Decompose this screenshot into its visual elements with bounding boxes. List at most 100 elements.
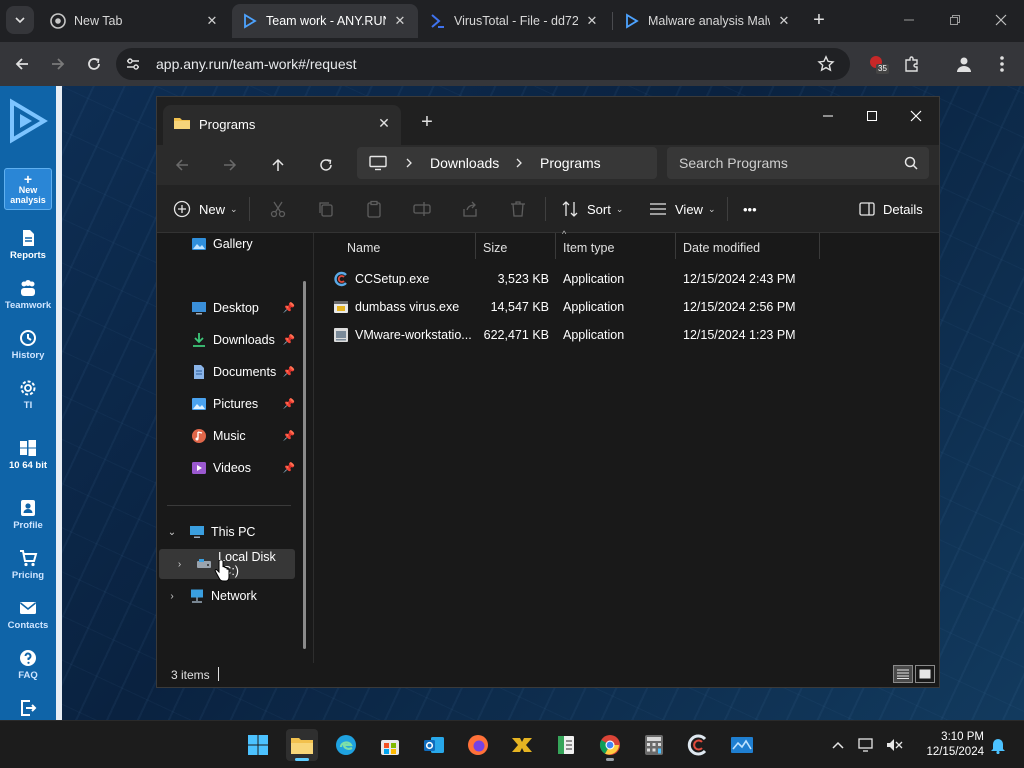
explorer-new-tab-button[interactable]: + <box>415 111 439 135</box>
browser-tab-anyrun[interactable]: Team work - ANY.RUN ✕ <box>232 4 418 38</box>
sidebar-item-ti[interactable]: TI <box>0 378 56 411</box>
new-button[interactable]: New ⌄ <box>173 197 238 221</box>
restore-button[interactable] <box>932 4 978 36</box>
column-divider[interactable] <box>475 233 476 259</box>
cut-button[interactable] <box>269 197 287 221</box>
close-icon[interactable]: ✕ <box>204 13 220 29</box>
notifications-button[interactable] <box>988 735 1008 755</box>
nav-item-pictures[interactable]: Pictures 📌 <box>159 389 295 419</box>
taskbar-outlook[interactable] <box>418 729 450 761</box>
taskbar-file-explorer[interactable] <box>286 729 318 761</box>
explorer-refresh-button[interactable] <box>309 151 343 179</box>
explorer-close-button[interactable] <box>893 101 939 131</box>
nav-item-videos[interactable]: Videos 📌 <box>159 453 295 483</box>
explorer-back-button[interactable] <box>165 151 199 179</box>
breadcrumb[interactable]: Downloads Programs <box>357 147 657 179</box>
pin-icon[interactable]: 📌 <box>283 431 295 442</box>
pane-splitter[interactable] <box>313 233 314 663</box>
column-divider[interactable] <box>675 233 676 259</box>
chevron-right-icon[interactable]: › <box>173 559 186 570</box>
minimize-button[interactable] <box>886 4 932 36</box>
nav-item-gallery[interactable]: Gallery <box>159 229 295 259</box>
sidebar-item-profile[interactable]: Profile <box>0 498 56 531</box>
taskbar-chrome[interactable] <box>594 729 626 761</box>
rename-button[interactable] <box>413 197 431 221</box>
column-header-size[interactable]: Size <box>483 233 507 261</box>
reload-button[interactable] <box>80 50 108 78</box>
taskbar-app-blue[interactable] <box>726 729 758 761</box>
taskbar-app-yellow[interactable] <box>506 729 538 761</box>
pin-icon[interactable]: 📌 <box>283 303 295 314</box>
taskbar-notepad[interactable] <box>550 729 582 761</box>
explorer-forward-button[interactable] <box>213 151 247 179</box>
taskbar-edge[interactable] <box>330 729 362 761</box>
column-header-name[interactable]: Name <box>347 233 380 261</box>
pin-icon[interactable]: 📌 <box>283 463 295 474</box>
browser-tab-malware-analysis[interactable]: Malware analysis Malw ✕ <box>614 4 802 38</box>
details-pane-button[interactable]: Details <box>859 197 923 221</box>
nav-item-desktop[interactable]: Desktop 📌 <box>159 293 295 323</box>
browser-tab-new-tab[interactable]: New Tab ✕ <box>40 4 230 38</box>
nav-item-downloads[interactable]: Downloads 📌 <box>159 325 295 355</box>
taskbar-store[interactable] <box>374 729 406 761</box>
sidebar-item-logout[interactable] <box>0 698 56 720</box>
sidebar-item-os[interactable]: 10 64 bit <box>0 438 56 471</box>
sidebar-item-history[interactable]: History <box>0 328 56 361</box>
tiles-view-button[interactable] <box>915 665 935 683</box>
pin-icon[interactable]: 📌 <box>283 367 295 378</box>
start-button[interactable] <box>242 729 274 761</box>
forward-button[interactable] <box>44 50 72 78</box>
nav-item-this-pc[interactable]: ⌄ This PC <box>159 517 295 547</box>
copy-button[interactable] <box>317 197 335 221</box>
column-header-type[interactable]: Item type <box>563 233 614 261</box>
pin-icon[interactable]: 📌 <box>283 335 295 346</box>
close-icon[interactable]: ✕ <box>375 114 393 132</box>
sort-button[interactable]: Sort ⌄ <box>561 197 623 221</box>
window-close-button[interactable] <box>978 4 1024 36</box>
taskbar-firefox[interactable] <box>462 729 494 761</box>
chevron-right-icon[interactable]: › <box>165 591 179 602</box>
bookmark-star-icon[interactable] <box>816 54 836 74</box>
breadcrumb-item[interactable]: Downloads <box>430 155 499 171</box>
sidebar-item-teamwork[interactable]: Teamwork <box>0 278 56 311</box>
explorer-minimize-button[interactable] <box>805 101 851 131</box>
file-row-vmware[interactable]: VMware-workstatio... 622,471 KB Applicat… <box>317 321 917 349</box>
tab-search-button[interactable] <box>6 6 34 34</box>
explorer-search-box[interactable]: Search Programs <box>667 147 929 179</box>
browser-tab-virustotal[interactable]: VirusTotal - File - dd72 ✕ <box>420 4 610 38</box>
new-tab-button[interactable]: + <box>806 8 832 34</box>
more-options-button[interactable]: ••• <box>743 197 757 221</box>
delete-button[interactable] <box>509 197 527 221</box>
navigation-scrollbar[interactable] <box>303 281 306 649</box>
back-button[interactable] <box>8 50 36 78</box>
tray-volume-button[interactable] <box>884 735 904 755</box>
explorer-tab-programs[interactable]: Programs ✕ <box>163 105 401 145</box>
nav-item-documents[interactable]: Documents 📌 <box>159 357 295 387</box>
nav-item-network[interactable]: › Network <box>159 581 295 611</box>
nav-item-music[interactable]: Music 📌 <box>159 421 295 451</box>
taskbar-clock[interactable]: 3:10 PM 12/15/2024 <box>912 730 984 760</box>
close-icon[interactable]: ✕ <box>776 13 792 29</box>
sidebar-item-reports[interactable]: Reports <box>0 228 56 261</box>
details-view-button[interactable] <box>893 665 913 683</box>
close-icon[interactable]: ✕ <box>392 13 408 29</box>
sidebar-item-contacts[interactable]: Contacts <box>0 598 56 631</box>
paste-button[interactable] <box>365 197 383 221</box>
sidebar-item-pricing[interactable]: Pricing <box>0 548 56 581</box>
breadcrumb-item[interactable]: Programs <box>540 155 601 171</box>
column-divider[interactable] <box>555 233 556 259</box>
column-header-date[interactable]: Date modified <box>683 233 760 261</box>
new-analysis-button[interactable]: + New analysis <box>4 168 52 210</box>
extensions-menu-button[interactable] <box>900 52 924 76</box>
close-icon[interactable]: ✕ <box>584 13 600 29</box>
explorer-maximize-button[interactable] <box>849 101 895 131</box>
taskbar-calculator[interactable] <box>638 729 670 761</box>
explorer-up-button[interactable] <box>261 151 295 179</box>
file-row-dumbass-virus[interactable]: dumbass virus.exe 14,547 KB Application … <box>317 293 917 321</box>
profile-button[interactable] <box>952 52 976 76</box>
anyrun-logo-icon[interactable] <box>6 98 50 144</box>
column-divider[interactable] <box>819 233 820 259</box>
site-settings-icon[interactable] <box>124 55 142 73</box>
taskbar-ccleaner[interactable] <box>682 729 714 761</box>
file-row-ccsetup[interactable]: CCSetup.exe 3,523 KB Application 12/15/2… <box>317 265 917 293</box>
